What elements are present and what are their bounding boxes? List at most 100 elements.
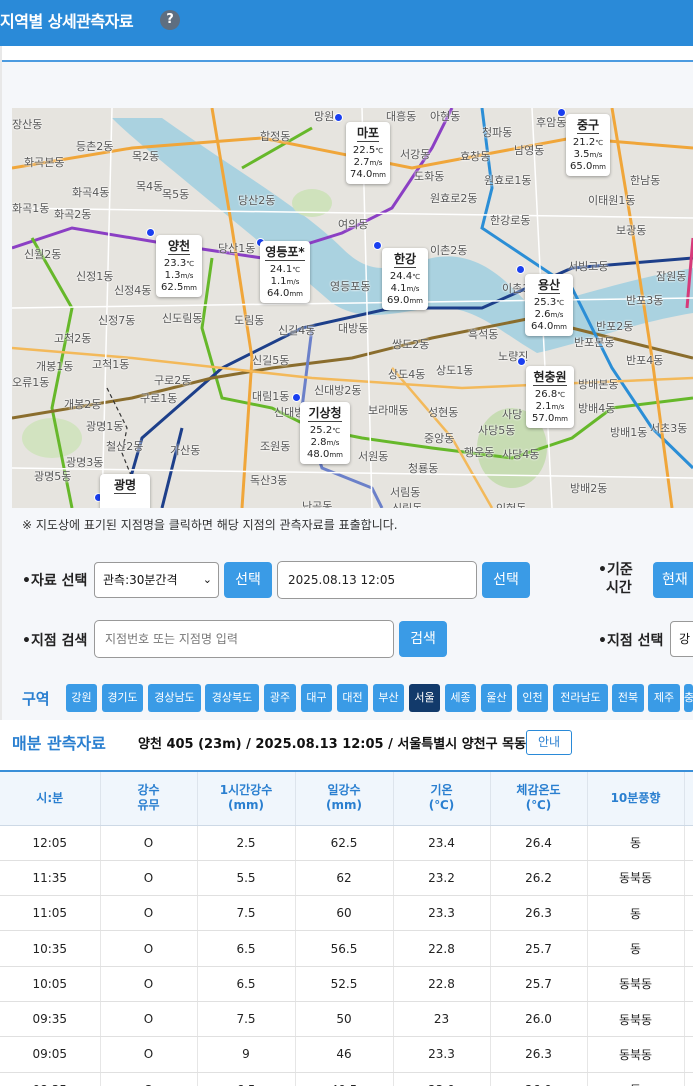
- region-button[interactable]: 경기도: [102, 684, 143, 712]
- region-button[interactable]: 전북: [612, 684, 644, 712]
- header-temp: 기온 (℃): [393, 770, 491, 826]
- station-wind: 1.3: [164, 270, 181, 281]
- table-row: 10:05 O 6.5 52.5 22.8 25.7 동북동: [0, 966, 693, 1002]
- data-interval-select[interactable]: 관측:30분간격 ⌄: [94, 562, 219, 598]
- station-card-gwangmyeong[interactable]: 광명: [100, 474, 150, 508]
- header-line: 강수: [137, 783, 160, 798]
- temp-unit: ℃: [332, 427, 341, 435]
- help-icon[interactable]: ?: [160, 10, 180, 30]
- rain-unit: mm: [592, 163, 606, 171]
- table-cell: 11:05: [0, 895, 101, 932]
- search-button[interactable]: 검색: [399, 621, 447, 657]
- table-cell: O: [100, 825, 198, 861]
- station-dot-mapo[interactable]: [334, 113, 343, 122]
- station-dot-junggu[interactable]: [557, 108, 566, 117]
- region-button[interactable]: 전라남도: [553, 684, 608, 712]
- station-card-mapo[interactable]: 마포 22.5℃ 2.7m/s 74.0mm: [346, 122, 390, 184]
- table-cell: 62: [295, 860, 394, 897]
- region-button[interactable]: 강원: [66, 684, 97, 712]
- temp-unit: ℃: [557, 391, 566, 399]
- station-dot-yongsan[interactable]: [516, 265, 525, 274]
- temp-unit: ℃: [186, 260, 195, 268]
- region-button[interactable]: 광주: [264, 684, 296, 712]
- district-label: 방배4동: [578, 402, 616, 415]
- region-button[interactable]: 대전: [337, 684, 368, 712]
- station-select-value: 강: [679, 632, 691, 646]
- datetime-input[interactable]: 2025.08.13 12:05: [277, 561, 477, 599]
- station-temp: 25.3: [533, 297, 557, 308]
- station-rain: 48.0: [307, 449, 330, 460]
- station-card-gisangcheong[interactable]: 기상청 25.2℃ 2.8m/s 48.0mm: [300, 402, 350, 464]
- current-time-button[interactable]: 현재: [653, 562, 693, 598]
- station-rain: 64.0: [531, 321, 554, 332]
- table-row: 08:35O6.540.523.026.0동: [0, 1072, 693, 1086]
- header-line: 1시간강수: [219, 783, 273, 798]
- region-button[interactable]: 충: [684, 684, 693, 712]
- region-button[interactable]: 인천: [517, 684, 548, 712]
- station-card-hyeonchungwon[interactable]: 현충원 26.8℃ 2.1m/s 57.0mm: [526, 366, 574, 428]
- table-cell: 5.5: [197, 860, 296, 897]
- table-cell: 23.3: [393, 895, 491, 932]
- table-cell: 동북동: [587, 966, 685, 1002]
- region-button[interactable]: 대구: [301, 684, 332, 712]
- station-card-hangang[interactable]: 한강 24.4℃ 4.1m/s 69.0mm: [382, 248, 428, 310]
- region-button[interactable]: 경상북도: [205, 684, 259, 712]
- station-card-junggu[interactable]: 중구 21.2℃ 3.5m/s 65.0mm: [566, 114, 610, 176]
- station-map[interactable]: 장산동 등촌2동 목2동 화곡본동 화곡4동 목4동 목5동 화곡1동 화곡2동…: [12, 108, 693, 508]
- station-dot-gisangcheong[interactable]: [292, 393, 301, 402]
- station-name: 용산: [537, 278, 561, 294]
- chevron-down-icon: ⌄: [202, 573, 212, 586]
- region-button[interactable]: 제주: [648, 684, 680, 712]
- table-cell: 6.5: [197, 1072, 296, 1086]
- wind-unit: m/s: [589, 151, 603, 159]
- station-wind: 2.1: [535, 401, 552, 412]
- district-label: 대방동: [338, 322, 369, 335]
- district-label: 목5동: [162, 188, 190, 201]
- district-label: 이촌2동: [430, 244, 468, 257]
- district-label: 목2동: [132, 150, 160, 163]
- header-time: 시:분: [0, 770, 101, 826]
- region-button[interactable]: 세종: [445, 684, 476, 712]
- header-rain-1h: 1시간강수 (mm): [197, 770, 296, 826]
- station-rain: 65.0: [570, 161, 593, 172]
- district-label: 원효로1동: [484, 174, 532, 187]
- table-cell: 2.5: [197, 825, 296, 861]
- district-label: 중앙동: [424, 432, 455, 445]
- table-cell: O: [100, 930, 198, 967]
- station-dot-yangcheon[interactable]: [146, 228, 155, 237]
- district-label: 인헌동: [496, 500, 526, 508]
- station-select[interactable]: 강: [670, 621, 693, 657]
- rain-unit: mm: [329, 451, 343, 459]
- district-label: 조원동: [260, 440, 291, 453]
- region-button[interactable]: 부산: [373, 684, 404, 712]
- region-button-active[interactable]: 서울: [409, 684, 440, 712]
- station-name: 한강: [393, 252, 417, 268]
- station-dot-hyeonchungwon[interactable]: [517, 357, 526, 366]
- table-cell: 동북동: [587, 1036, 685, 1073]
- region-button[interactable]: 울산: [481, 684, 512, 712]
- table-cell: [684, 930, 693, 967]
- table-cell: 12:05: [0, 825, 101, 861]
- district-label: 철산2동: [106, 440, 144, 453]
- select-button-2[interactable]: 선택: [482, 562, 530, 598]
- station-rain: 74.0: [350, 169, 373, 180]
- station-card-yangcheon[interactable]: 양천 23.3℃ 1.3m/s 62.5mm: [156, 235, 202, 297]
- station-dot-hangang[interactable]: [373, 241, 382, 250]
- guide-button[interactable]: 안내: [526, 730, 572, 755]
- district-label: 도림동: [234, 314, 265, 327]
- table-cell: [684, 825, 693, 861]
- temp-unit: ℃: [375, 147, 384, 155]
- region-button[interactable]: 경상남도: [148, 684, 201, 712]
- district-label: 신도림동: [162, 312, 203, 325]
- page-root: { "header": { "title": "지역별 상세관측자료", "he…: [0, 0, 693, 1086]
- station-wind: 2.7: [353, 157, 370, 168]
- district-label: 신월2동: [24, 248, 62, 261]
- rain-unit: mm: [553, 323, 567, 331]
- header-line: 10분풍향: [610, 790, 661, 805]
- station-card-yeongdeungpo[interactable]: 영등포* 24.1℃ 1.1m/s 64.0mm: [260, 241, 310, 303]
- table-cell: 25.7: [490, 966, 588, 1002]
- table-cell: 11:35: [0, 860, 101, 897]
- station-card-yongsan[interactable]: 용산 25.3℃ 2.6m/s 64.0mm: [525, 274, 573, 336]
- station-search-input[interactable]: 지점번호 또는 지점명 입력: [94, 620, 394, 658]
- select-button-1[interactable]: 선택: [224, 562, 272, 598]
